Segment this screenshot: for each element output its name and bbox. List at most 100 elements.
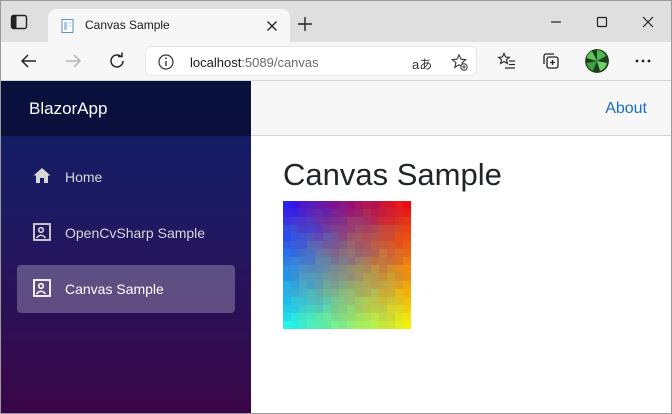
- canvas-cell: [355, 209, 364, 218]
- collections-icon[interactable]: [541, 51, 561, 71]
- main-content: About Canvas Sample: [251, 81, 671, 413]
- canvas-cell: [323, 233, 332, 242]
- canvas-cell: [323, 297, 332, 306]
- canvas-cell: [363, 265, 372, 274]
- canvas-cell: [355, 241, 364, 250]
- canvas-cell: [331, 249, 340, 258]
- canvas-cell: [315, 305, 324, 314]
- canvas-cell: [315, 225, 324, 234]
- nav-item-opencvsharp[interactable]: OpenCvSharp Sample: [17, 209, 235, 257]
- canvas-cell: [283, 313, 292, 322]
- nav-label-canvas: Canvas Sample: [65, 281, 164, 297]
- canvas-cell: [395, 225, 404, 234]
- canvas-cell: [371, 241, 380, 250]
- sidebar: BlazorApp Home OpenCvSharp Sample Canvas…: [1, 81, 251, 413]
- canvas-cell: [355, 273, 364, 282]
- nav-label-opencvsharp: OpenCvSharp Sample: [65, 225, 206, 241]
- favorites-icon[interactable]: [497, 51, 517, 71]
- info-icon[interactable]: [157, 53, 175, 71]
- canvas-cell: [395, 209, 404, 218]
- canvas-cell: [371, 305, 380, 314]
- canvas-cell: [387, 225, 396, 234]
- about-link[interactable]: About: [605, 100, 647, 118]
- close-tab-icon[interactable]: [264, 18, 280, 34]
- plus-icon[interactable]: [297, 16, 313, 32]
- canvas-cell: [379, 305, 388, 314]
- canvas-cell: [331, 289, 340, 298]
- canvas-cell: [331, 321, 340, 329]
- browser-window: Canvas Sample localhost:5089/canvas aあ B…: [0, 0, 672, 414]
- read-aloud-button[interactable]: aあ: [412, 54, 432, 73]
- more-icon[interactable]: [633, 51, 653, 71]
- canvas-cell: [339, 209, 348, 218]
- canvas-cell: [387, 297, 396, 306]
- canvas-cell: [347, 289, 356, 298]
- canvas-cell: [347, 321, 356, 329]
- canvas-cell: [347, 201, 356, 210]
- canvas-cell: [355, 305, 364, 314]
- canvas-cell: [315, 265, 324, 274]
- address-bar[interactable]: localhost:5089/canvas aあ: [145, 46, 477, 76]
- canvas-cell: [347, 273, 356, 282]
- canvas-cell: [331, 313, 340, 322]
- canvas-cell: [291, 249, 300, 258]
- canvas-cell: [283, 273, 292, 282]
- canvas-cell: [323, 281, 332, 290]
- canvas-cell: [363, 289, 372, 298]
- canvas-cell: [403, 257, 411, 266]
- tab-title: Canvas Sample: [85, 18, 170, 32]
- canvas-cell: [323, 241, 332, 250]
- canvas-cell: [379, 289, 388, 298]
- canvas-cell: [379, 201, 388, 210]
- maximize-icon[interactable]: [591, 11, 613, 33]
- canvas-cell: [363, 281, 372, 290]
- nav-item-home[interactable]: Home: [17, 153, 235, 201]
- canvas-cell: [283, 289, 292, 298]
- browser-tab[interactable]: Canvas Sample: [48, 9, 290, 42]
- canvas-cell: [379, 321, 388, 329]
- canvas-cell: [355, 289, 364, 298]
- canvas-cell: [291, 281, 300, 290]
- canvas-cell: [331, 217, 340, 226]
- canvas-cell: [291, 273, 300, 282]
- canvas-cell: [403, 305, 411, 314]
- canvas-cell: [387, 273, 396, 282]
- canvas-cell: [315, 321, 324, 329]
- canvas-cell: [395, 289, 404, 298]
- canvas-cell: [339, 321, 348, 329]
- canvas-cell: [307, 241, 316, 250]
- top-row: About: [251, 81, 671, 136]
- forward-icon[interactable]: [63, 51, 83, 71]
- canvas-cell: [363, 305, 372, 314]
- canvas-cell: [371, 225, 380, 234]
- canvas-cell: [355, 297, 364, 306]
- canvas-cell: [299, 201, 308, 210]
- canvas-cell: [283, 297, 292, 306]
- canvas-cell: [323, 257, 332, 266]
- profile-avatar[interactable]: [585, 49, 609, 73]
- nav-item-canvas[interactable]: Canvas Sample: [17, 265, 235, 313]
- close-icon[interactable]: [637, 11, 659, 33]
- star-plus-icon[interactable]: [450, 53, 468, 71]
- canvas-cell: [299, 313, 308, 322]
- back-icon[interactable]: [19, 51, 39, 71]
- canvas-cell: [355, 281, 364, 290]
- canvas-cell: [395, 273, 404, 282]
- canvas-cell: [291, 257, 300, 266]
- canvas-cell: [347, 225, 356, 234]
- canvas-cell: [283, 281, 292, 290]
- canvas-cell: [395, 217, 404, 226]
- refresh-icon[interactable]: [107, 51, 127, 71]
- canvas-cell: [403, 201, 411, 210]
- canvas-cell: [323, 313, 332, 322]
- canvas-cell: [387, 233, 396, 242]
- minimize-icon[interactable]: [545, 11, 567, 33]
- canvas-cell: [355, 225, 364, 234]
- canvas-cell: [339, 265, 348, 274]
- url-text[interactable]: localhost:5089/canvas: [190, 55, 319, 70]
- brand-link[interactable]: BlazorApp: [29, 99, 107, 119]
- canvas-cell: [331, 233, 340, 242]
- canvas-cell: [331, 273, 340, 282]
- tab-actions-icon[interactable]: [9, 12, 29, 32]
- canvas-cell: [395, 241, 404, 250]
